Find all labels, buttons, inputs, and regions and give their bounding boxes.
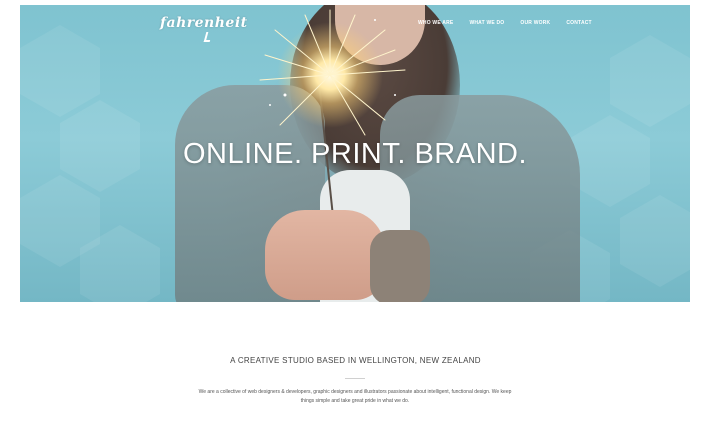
hex-pattern bbox=[610, 35, 690, 127]
hero-banner: fahrenheit WHO WE ARE WHAT WE DO OUR WOR… bbox=[20, 5, 690, 302]
nav-item-who-we-are[interactable]: WHO WE ARE bbox=[418, 20, 453, 26]
page: fahrenheit WHO WE ARE WHAT WE DO OUR WOR… bbox=[0, 0, 711, 421]
hero-person-hands bbox=[265, 210, 385, 300]
hero-headline: ONLINE. PRINT. BRAND. bbox=[182, 138, 528, 170]
sparkler-icon bbox=[259, 9, 406, 136]
brand-logo[interactable]: fahrenheit bbox=[160, 15, 248, 31]
studio-description: We are a collective of web designers & d… bbox=[198, 389, 512, 404]
studio-tagline: A CREATIVE STUDIO BASED IN WELLINGTON, N… bbox=[230, 356, 481, 365]
thermometer-icon bbox=[203, 32, 213, 42]
nav-item-contact[interactable]: CONTACT bbox=[566, 20, 591, 26]
hero-person-cuff bbox=[370, 230, 430, 302]
hex-pattern bbox=[620, 195, 690, 287]
nav-item-what-we-do[interactable]: WHAT WE DO bbox=[469, 20, 504, 26]
main-nav: WHO WE ARE WHAT WE DO OUR WORK CONTACT bbox=[418, 20, 592, 26]
nav-item-our-work[interactable]: OUR WORK bbox=[520, 20, 550, 26]
section-divider bbox=[345, 378, 365, 379]
hex-pattern bbox=[20, 25, 100, 117]
